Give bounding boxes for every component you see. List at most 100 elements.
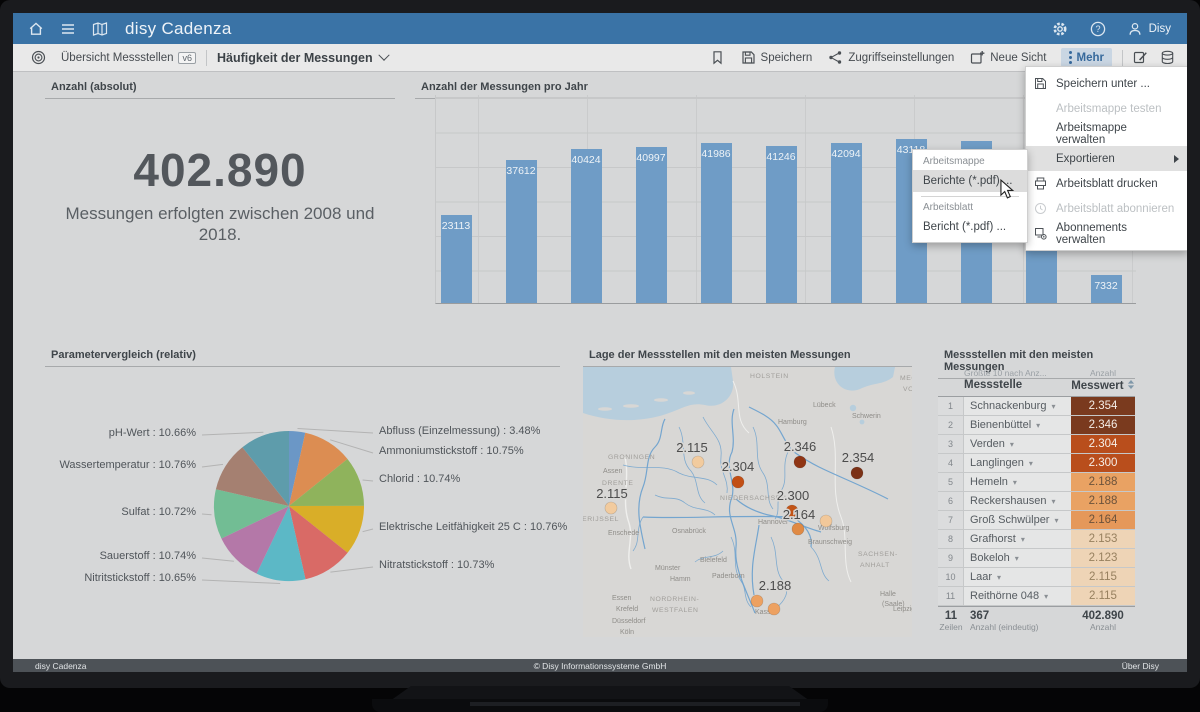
map-marker-label: 2.354 — [842, 450, 875, 465]
map-marker-2.164[interactable] — [792, 523, 804, 535]
map-marker-2.188[interactable] — [751, 595, 763, 607]
table-col1-header: Messstelle — [964, 378, 1071, 395]
map-city-label: Braunschweig — [808, 539, 852, 546]
bar-2009[interactable]: 37612 — [506, 160, 537, 303]
station-name-dropdown[interactable]: Reckershausen▾ — [964, 492, 1071, 510]
station-name-dropdown[interactable]: Bokeloh▾ — [964, 549, 1071, 567]
table-col1-sup: Größte 10 nach Anz... — [964, 365, 1071, 378]
map-city-label: Paderborn — [712, 573, 745, 580]
map-panel[interactable]: HOLSTEINMECKLEVORPOMGRONINGENDRENTEVERIJ… — [583, 367, 912, 637]
pie-leader-line — [202, 514, 212, 515]
sea-bay — [834, 367, 895, 391]
bar-value-label: 37612 — [506, 165, 535, 177]
map-panel-title: Lage der Messstellen mit den meisten Mes… — [583, 349, 912, 367]
station-name-dropdown[interactable]: Groß Schwülper▾ — [964, 511, 1071, 529]
map-icon[interactable] — [91, 20, 109, 38]
map-city-label: Bielefeld — [700, 557, 727, 564]
bar-2010[interactable]: 40424 — [571, 149, 602, 303]
station-value: 2.354 — [1071, 397, 1135, 415]
subscribe-icon — [1034, 202, 1056, 215]
station-name-dropdown[interactable]: Bienenbüttel ▾ — [964, 416, 1071, 434]
submenu-item-bericht-pdf[interactable]: Bericht (*.pdf) ... — [913, 216, 1027, 238]
table-rows-count: 11 — [938, 610, 964, 622]
pie-leader-line — [298, 429, 374, 434]
pie-leader-line — [202, 558, 234, 561]
station-name-dropdown[interactable]: Reithörne 048▾ — [964, 587, 1071, 605]
user-menu[interactable]: Disy — [1127, 21, 1171, 37]
about-link[interactable]: Über Disy — [1122, 661, 1159, 671]
menu-item-arbeitsmappe-verwalten[interactable]: Arbeitsmappe verwalten — [1026, 121, 1187, 146]
menu-item-label: Abonnements verwalten — [1056, 222, 1179, 246]
database-icon[interactable] — [1160, 50, 1175, 65]
help-icon[interactable]: ? — [1089, 20, 1107, 38]
caret-down-icon: ▾ — [1029, 459, 1033, 468]
target-icon[interactable] — [31, 50, 46, 65]
bar-2018[interactable]: 7332 — [1091, 275, 1122, 303]
bar-2008[interactable]: 23113 — [441, 215, 472, 303]
map-marker-2.115[interactable] — [605, 502, 617, 514]
map-marker-label: 2.346 — [784, 439, 817, 454]
menu-item-arbeitsmappe-testen: Arbeitsmappe testen — [1026, 96, 1187, 121]
map-marker-2.115[interactable] — [692, 456, 704, 468]
version-badge: v6 — [178, 52, 196, 64]
submenu-arrow-icon — [1174, 155, 1179, 163]
gear-icon[interactable] — [1051, 20, 1069, 38]
map-marker-2.354[interactable] — [851, 467, 863, 479]
worksheet-title-dropdown[interactable]: Häufigkeit der Messungen — [217, 51, 388, 65]
menu-item-arbeitsblatt-drucken[interactable]: Arbeitsblatt drucken — [1026, 171, 1187, 196]
menu-item-label: Arbeitsblatt abonnieren — [1056, 203, 1174, 215]
map-marker[interactable] — [768, 603, 780, 615]
pie-label: Wassertemperatur : 10.76% — [59, 459, 196, 471]
station-name-dropdown[interactable]: Grafhorst▾ — [964, 530, 1071, 548]
station-name-dropdown[interactable]: Hemeln ▾ — [964, 473, 1071, 491]
station-name-dropdown[interactable]: Langlingen▾ — [964, 454, 1071, 472]
mouse-cursor — [998, 179, 1015, 199]
caret-down-icon: ▾ — [997, 573, 1001, 582]
station-name: Bienenbüttel — [970, 419, 1031, 431]
bar-value-label: 41246 — [766, 151, 795, 163]
station-name-dropdown[interactable]: Schnackenburg▾ — [964, 397, 1071, 415]
station-name: Verden — [970, 438, 1005, 450]
edit-page-icon[interactable] — [1133, 50, 1148, 65]
pie-leader-line — [363, 529, 373, 532]
access-settings-button[interactable]: Zugriffseinstellungen — [828, 50, 954, 65]
new-view-button[interactable]: Neue Sicht — [970, 50, 1046, 65]
home-icon[interactable] — [27, 20, 45, 38]
hamburger-menu-icon[interactable] — [59, 20, 77, 38]
station-value: 2.115 — [1071, 568, 1135, 586]
caret-down-icon: ▾ — [1054, 516, 1058, 525]
more-button[interactable]: Mehr — [1061, 48, 1112, 67]
map-marker-2.304[interactable] — [732, 476, 744, 488]
station-name-dropdown[interactable]: Verden▾ — [964, 435, 1071, 453]
bar-2011[interactable]: 40997 — [636, 147, 667, 303]
save-icon — [741, 50, 756, 65]
map-city-label: Schwerin — [852, 413, 881, 420]
submenu-section-header: Arbeitsblatt — [913, 200, 1027, 216]
access-settings-label: Zugriffseinstellungen — [848, 52, 954, 64]
bar-2013[interactable]: 41246 — [766, 146, 797, 303]
menu-item-label: Arbeitsblatt drucken — [1056, 178, 1158, 190]
menu-item-speichern-unter[interactable]: Speichern unter ... — [1026, 71, 1187, 96]
bar-2012[interactable]: 41986 — [701, 143, 732, 303]
station-name: Hemeln — [970, 476, 1008, 488]
menu-item-abonnements-verwalten[interactable]: Abonnements verwalten — [1026, 221, 1187, 246]
menu-item-exportieren[interactable]: Exportieren — [1026, 146, 1187, 171]
bookmark-icon[interactable] — [710, 50, 725, 65]
workbook-title[interactable]: Übersicht Messstellen v6 — [61, 52, 196, 64]
caret-down-icon: ▾ — [1021, 535, 1025, 544]
map-city-label: Köln — [620, 629, 634, 636]
caret-down-icon: ▾ — [1013, 478, 1017, 487]
map-marker[interactable] — [820, 515, 832, 527]
sort-icon[interactable] — [1127, 379, 1135, 390]
monitor-stand-highlight — [470, 702, 800, 706]
station-name-dropdown[interactable]: Laar▾ — [964, 568, 1071, 586]
user-icon — [1127, 21, 1143, 37]
save-button[interactable]: Speichern — [741, 50, 813, 65]
row-number: 7 — [938, 511, 964, 529]
submenu-section-header: Arbeitsmappe — [913, 154, 1027, 170]
station-value: 2.123 — [1071, 549, 1135, 567]
table-header[interactable]: Größte 10 nach Anz... Messstelle Anzahl … — [938, 365, 1135, 397]
bar-2014[interactable]: 42094 — [831, 143, 862, 303]
caret-down-icon: ▾ — [1036, 421, 1040, 430]
map-marker-2.346[interactable] — [794, 456, 806, 468]
